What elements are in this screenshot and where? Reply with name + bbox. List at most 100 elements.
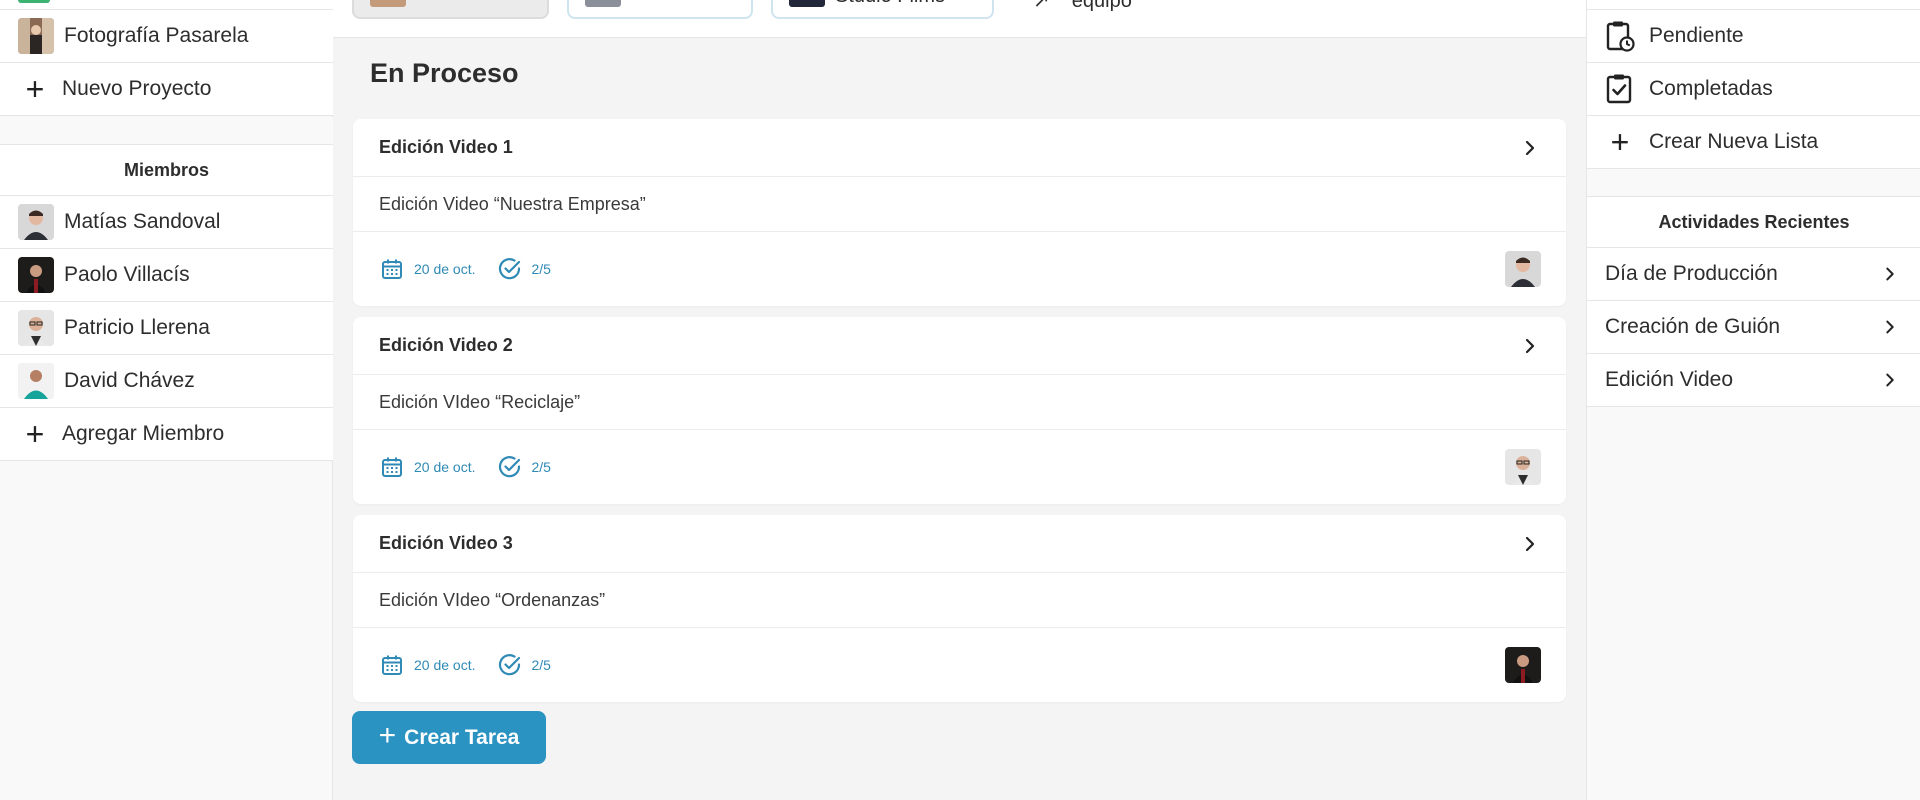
sidebar-spacer	[1587, 169, 1920, 196]
task-card: Edición Video 1 Edición Video “Nuestra E…	[353, 119, 1566, 306]
assignee-avatar[interactable]	[1505, 647, 1541, 683]
member-name: David Chávez	[64, 369, 195, 392]
task-progress: 2/5	[498, 257, 551, 281]
member-item[interactable]: Paolo Villacís	[0, 249, 333, 302]
member-item[interactable]: Matías Sandoval	[0, 196, 333, 249]
activity-label: Creación de Guión	[1605, 315, 1781, 338]
member-name: Paolo Villacís	[64, 263, 190, 286]
plus-icon: +	[378, 719, 397, 752]
task-date: 20 de oct.	[380, 653, 476, 677]
chevron-right-icon	[1525, 140, 1535, 155]
project-avatar	[18, 18, 54, 54]
create-list-label: Crear Nueva Lista	[1649, 130, 1819, 153]
activity-item[interactable]: Día de Producción	[1587, 248, 1920, 301]
member-avatar	[18, 310, 54, 346]
task-progress-text: 2/5	[531, 657, 551, 673]
project-chip[interactable]	[352, 0, 549, 19]
task-header[interactable]: Edición Video 3	[353, 515, 1566, 573]
task-title: Edición Video 3	[379, 533, 513, 553]
activity-label: Día de Producción	[1605, 262, 1778, 285]
task-title: Edición Video 1	[379, 137, 513, 157]
project-tabs-bar: Studio Films ↗ equipo	[333, 0, 1586, 38]
team-chip[interactable]: ↗ equipo	[1033, 0, 1132, 13]
member-item[interactable]: Patricio Llerena	[0, 302, 333, 355]
calendar-icon	[382, 259, 402, 279]
member-name: Matías Sandoval	[64, 210, 221, 233]
task-header[interactable]: Edición Video 1	[353, 119, 1566, 177]
plus-icon: +	[25, 416, 45, 452]
team-icon: ↗	[1033, 0, 1050, 12]
task-header[interactable]: Edición Video 2	[353, 317, 1566, 375]
sidebar-top-edge	[1587, 0, 1920, 10]
task-date: 20 de oct.	[380, 257, 476, 281]
check-circle-icon	[498, 456, 520, 478]
clipboard-check-icon	[1605, 73, 1635, 105]
add-member-label: Agregar Miembro	[62, 422, 225, 445]
create-task-label: Crear Tarea	[404, 725, 520, 749]
assignee-avatar[interactable]	[1505, 251, 1541, 287]
check-circle-icon	[498, 258, 520, 280]
activity-item[interactable]: Creación de Guión	[1587, 301, 1920, 354]
task-progress: 2/5	[498, 653, 551, 677]
assignee-avatar[interactable]	[1505, 449, 1541, 485]
team-label: equipo	[1071, 0, 1132, 12]
task-progress: 2/5	[498, 455, 551, 479]
add-member-button[interactable]: + Agregar Miembro	[0, 408, 333, 461]
member-avatar	[18, 257, 54, 293]
chevron-right-icon	[1886, 373, 1894, 387]
task-date: 20 de oct.	[380, 455, 476, 479]
task-card: Edición Video 2 Edición VIdeo “Reciclaje…	[353, 317, 1566, 504]
sidebar-top-edge	[0, 0, 333, 10]
task-date-text: 20 de oct.	[414, 657, 476, 673]
activity-item[interactable]: Edición Video	[1587, 354, 1920, 407]
left-sidebar: Fotografía Pasarela + Nuevo Proyecto Mie…	[0, 0, 333, 800]
chip-thumbnail	[789, 0, 825, 7]
task-description: Edición VIdeo “Ordenanzas”	[353, 573, 1566, 628]
main-content: Studio Films ↗ equipo En Proceso Edición…	[333, 0, 1586, 800]
project-chip[interactable]	[567, 0, 753, 19]
task-date-text: 20 de oct.	[414, 459, 476, 475]
members-title: Miembros	[0, 144, 333, 196]
recent-activities-title: Actividades Recientes	[1587, 196, 1920, 248]
list-label: Completadas	[1649, 77, 1773, 100]
member-item[interactable]: David Chávez	[0, 355, 333, 408]
task-meta: 20 de oct. 2/5	[353, 430, 1566, 504]
chevron-right-icon	[1886, 320, 1894, 334]
check-circle-icon	[498, 654, 520, 676]
member-avatar	[18, 363, 54, 399]
chip-label: Studio Films	[835, 0, 945, 8]
member-avatar	[18, 204, 54, 240]
list-item-completadas[interactable]: Completadas	[1587, 63, 1920, 116]
task-meta: 20 de oct. 2/5	[353, 232, 1566, 306]
project-label: Fotografía Pasarela	[64, 24, 249, 47]
plus-icon: +	[25, 71, 45, 107]
calendar-icon	[382, 655, 402, 675]
task-meta: 20 de oct. 2/5	[353, 628, 1566, 702]
activity-label: Edición Video	[1605, 368, 1734, 391]
task-date-text: 20 de oct.	[414, 261, 476, 277]
calendar-icon	[382, 457, 402, 477]
new-project-label: Nuevo Proyecto	[62, 77, 212, 100]
create-task-button[interactable]: + Crear Tarea	[352, 711, 546, 764]
right-sidebar: Pendiente Completadas + Crear Nueva List…	[1586, 0, 1920, 800]
sidebar-spacer	[0, 117, 333, 144]
task-progress-text: 2/5	[531, 261, 551, 277]
chip-thumbnail	[370, 0, 406, 7]
list-label: Pendiente	[1649, 24, 1744, 47]
section-title: En Proceso	[370, 58, 519, 88]
project-chip[interactable]: Studio Films	[771, 0, 994, 19]
new-project-button[interactable]: + Nuevo Proyecto	[0, 63, 333, 116]
sidebar-project-fotografia-pasarela[interactable]: Fotografía Pasarela	[0, 10, 333, 63]
list-item-pendiente[interactable]: Pendiente	[1587, 10, 1920, 63]
chevron-right-icon	[1525, 536, 1535, 551]
create-list-button[interactable]: + Crear Nueva Lista	[1587, 116, 1920, 169]
task-description: Edición Video “Nuestra Empresa”	[353, 177, 1566, 232]
task-progress-text: 2/5	[531, 459, 551, 475]
chevron-right-icon	[1525, 338, 1535, 353]
project-thumb-partial	[18, 0, 50, 3]
member-name: Patricio Llerena	[64, 316, 210, 339]
chip-thumbnail	[585, 0, 621, 7]
task-card: Edición Video 3 Edición VIdeo “Ordenanza…	[353, 515, 1566, 702]
task-description: Edición VIdeo “Reciclaje”	[353, 375, 1566, 430]
clipboard-clock-icon	[1605, 20, 1635, 52]
